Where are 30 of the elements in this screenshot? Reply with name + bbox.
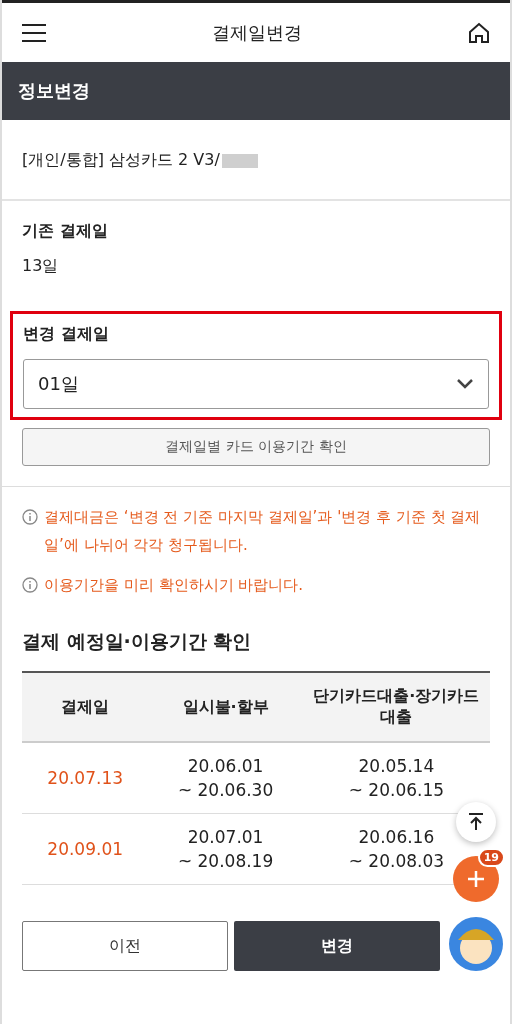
table-cell: 20.09.01: [22, 814, 149, 885]
period-check-button[interactable]: 결제일별 카드 이용기간 확인: [22, 428, 490, 466]
home-icon[interactable]: [468, 21, 490, 44]
info-icon: [22, 577, 38, 593]
avatar[interactable]: [448, 916, 504, 972]
submit-button[interactable]: 변경: [234, 921, 440, 971]
page-title: 결제일변경: [212, 20, 302, 45]
section-bar: 정보변경: [2, 62, 510, 120]
schedule-title: 결제 예정일·이용기간 확인: [22, 629, 253, 654]
column-header: 단기카드대출·장기카드대출: [302, 673, 490, 743]
table-cell: 20.07.01 ~ 20.08.19: [148, 814, 303, 885]
notice-text: 이용기간을 미리 확인하시기 바랍니다.: [44, 575, 304, 596]
notice-text: 결제대금은 ‘변경 전 기준 마지막 결제일’과 '변경 후 기준 첫 결제일’에 나뉘어 각각 청구됩니다.: [44, 507, 482, 556]
contract-value: [개인/통합] 삼성카드 2 V3/: [22, 150, 490, 171]
table-cell: 20.06.01 ~ 20.06.30: [148, 743, 303, 814]
chevron-down-icon: [456, 378, 474, 390]
info-icon: [22, 509, 38, 525]
column-header: 일시불·할부: [148, 673, 303, 743]
arrow-up-icon: [468, 813, 484, 831]
field-label: 기존 결제일: [22, 221, 109, 242]
count-badge: 19: [477, 848, 505, 867]
table-cell: 20.07.13: [22, 743, 149, 814]
plus-icon: [467, 870, 485, 888]
scroll-top-button[interactable]: [456, 802, 496, 842]
date-select[interactable]: 01일: [23, 359, 489, 409]
column-header: 결제일: [22, 673, 149, 743]
field-value: 13일: [22, 256, 60, 277]
menu-icon[interactable]: [22, 23, 46, 42]
field-label: 변경 결제일: [23, 324, 110, 345]
prev-button[interactable]: 이전: [22, 921, 228, 971]
